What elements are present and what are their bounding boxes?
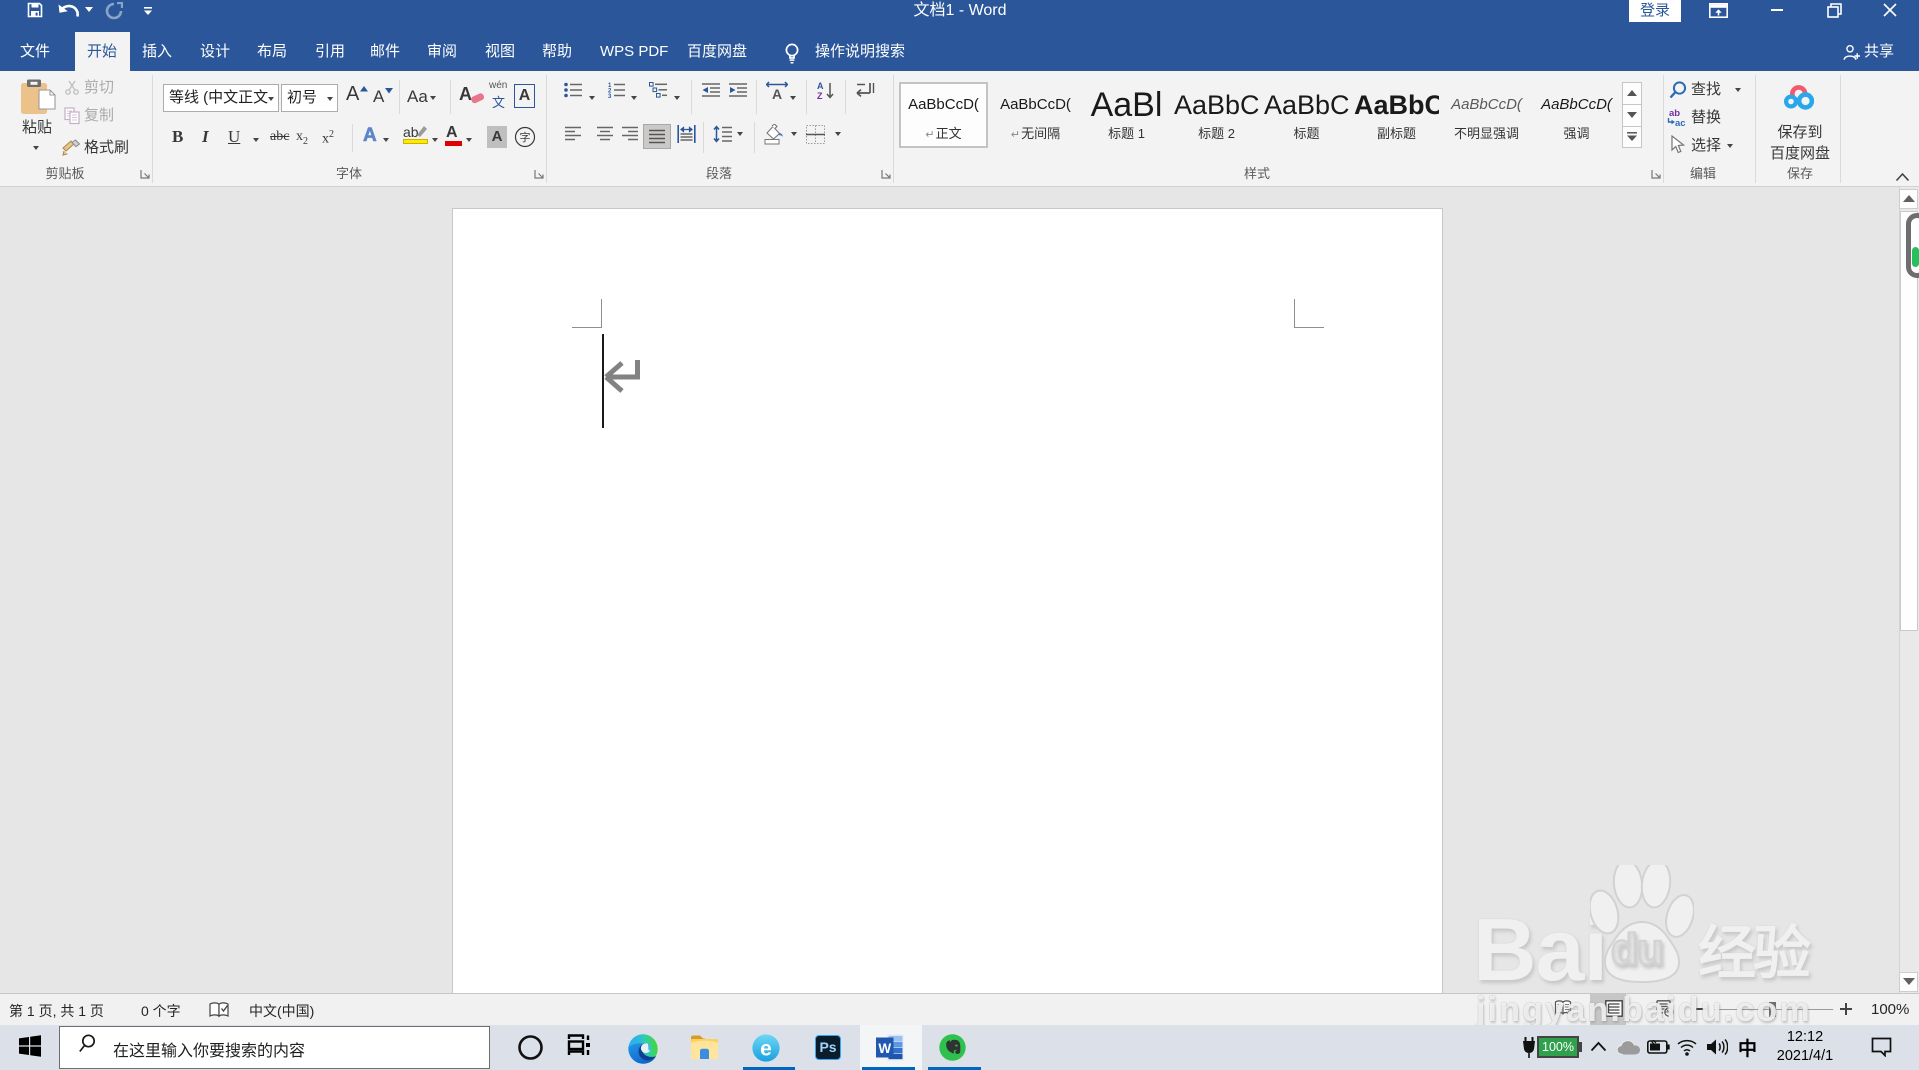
svg-text:A: A [772,86,782,99]
svg-text:A: A [817,81,824,91]
svg-text:du: du [1611,925,1663,974]
svg-text:e: e [760,1038,772,1061]
svg-text:ac: ac [1675,118,1686,127]
svg-text:3: 3 [608,94,612,98]
svg-text:字: 字 [520,130,531,144]
svg-text:W: W [878,1041,891,1056]
svg-text:Z: Z [817,91,823,100]
